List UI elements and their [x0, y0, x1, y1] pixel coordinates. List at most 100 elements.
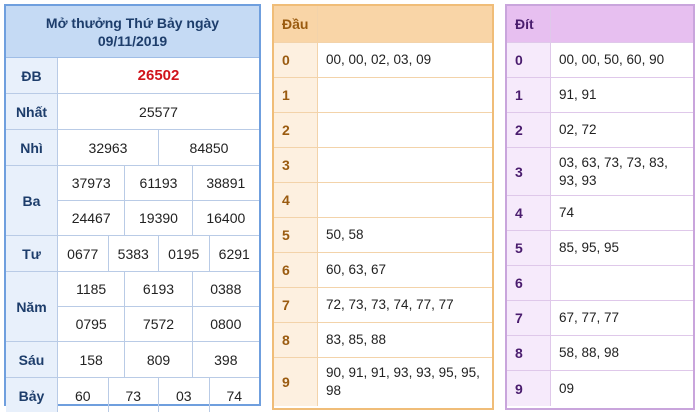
prize-number: 0800: [191, 307, 259, 341]
tail-digit-key: 9: [507, 371, 551, 406]
prize-label: Sáu: [6, 342, 58, 377]
head-digit-values: [318, 78, 492, 112]
prize-number: 60: [74, 388, 91, 404]
prize-row: Nhì 32963 84850: [6, 130, 259, 166]
prize-number: 74: [208, 378, 260, 412]
tail-digit-key: 4: [507, 196, 551, 230]
tail-digit-header-row: Đít: [507, 6, 693, 43]
tail-digit-key: 0: [507, 43, 551, 77]
tail-digit-values: [551, 266, 693, 300]
head-digit-row: 5 50, 58: [274, 218, 492, 253]
tail-digit-header: Đít: [507, 6, 551, 42]
prize-number: 03: [158, 378, 209, 412]
tail-digit-row: 5 85, 95, 95: [507, 231, 693, 266]
special-prize-number: 26502: [137, 67, 180, 84]
prize-number: 7572: [124, 307, 191, 341]
head-digit-key: 3: [274, 148, 318, 182]
tail-digit-row: 2 02, 72: [507, 113, 693, 148]
tail-digit-row: 3 03, 63, 73, 73, 83, 93, 93: [507, 148, 693, 196]
tail-digit-key: 2: [507, 113, 551, 147]
tail-digit-row: 6: [507, 266, 693, 301]
tail-digit-table: Đít 0 00, 00, 50, 60, 90 1 91, 91 2 02, 72 3 03…: [505, 4, 695, 410]
prize-number: 6291: [208, 236, 260, 271]
prize-number-line: 0795 7572 0800: [58, 306, 259, 341]
prize-number-line: 24467 19390 16400: [58, 200, 259, 235]
prize-number: 16400: [191, 201, 259, 235]
head-digit-key: 4: [274, 183, 318, 217]
head-digit-values: 50, 58: [318, 218, 492, 252]
prize-number-line: 32963 84850: [58, 130, 259, 165]
prize-numbers: 32963 84850: [58, 130, 259, 165]
prize-label: Nhất: [6, 94, 58, 129]
head-digit-values: 60, 63, 67: [318, 253, 492, 287]
head-digit-header-row: Đầu: [274, 6, 492, 43]
prize-numbers: 60 73 03 74: [58, 378, 259, 412]
prize-row: Năm 1185 6193 0388 0795 7572 0800: [6, 272, 259, 342]
tail-digit-key: 3: [507, 148, 551, 195]
head-digit-values: 72, 73, 73, 74, 77, 77: [318, 288, 492, 322]
head-digit-values: 90, 91, 91, 93, 93, 95, 95, 98: [318, 358, 492, 406]
head-digit-body: 0 00, 00, 02, 03, 09 1 2 3 4 5 50, 58 6 60, 63, 6…: [274, 43, 492, 406]
head-digit-values: 00, 00, 02, 03, 09: [318, 43, 492, 77]
prize-number: 5383: [107, 236, 159, 271]
tail-digit-key: 1: [507, 78, 551, 112]
results-title: Mở thưởng Thứ Bảy ngày 09/11/2019: [6, 6, 259, 58]
prize-number: 19390: [124, 201, 191, 235]
prize-label: ĐB: [6, 58, 58, 93]
prize-number: 0677: [67, 245, 99, 262]
head-digit-header-blank: [318, 6, 492, 42]
results-body: ĐB 26502 Nhất 25577 Nhì 32963 84850 Ba 37973 6119…: [6, 58, 259, 412]
prize-label: Ba: [6, 166, 58, 235]
prize-numbers: 0677 5383 0195 6291: [58, 236, 259, 271]
prize-label: Năm: [6, 272, 58, 341]
prize-numbers: 37973 61193 38891 24467 19390 16400: [58, 166, 259, 235]
head-digit-key: 9: [274, 358, 318, 406]
head-digit-values: 83, 85, 88: [318, 323, 492, 357]
lottery-results-table: Mở thưởng Thứ Bảy ngày 09/11/2019 ĐB 2650…: [4, 4, 261, 412]
prize-numbers: 26502: [58, 58, 259, 93]
prize-number: 809: [124, 342, 191, 377]
prize-number-line: 158 809 398: [58, 342, 259, 377]
prize-number-line: 25577: [58, 94, 259, 129]
tail-digit-values: 85, 95, 95: [551, 231, 693, 265]
prize-label: Nhì: [6, 130, 58, 165]
tail-digit-values: 00, 00, 50, 60, 90: [551, 43, 693, 77]
tail-digit-row: 7 67, 77, 77: [507, 301, 693, 336]
prize-number-line: 60 73 03 74: [58, 378, 259, 412]
prize-number-line: 26502: [58, 58, 259, 93]
tail-digit-values: 91, 91: [551, 78, 693, 112]
results-date: 09/11/2019: [97, 32, 168, 49]
head-digit-row: 6 60, 63, 67: [274, 253, 492, 288]
head-digit-row: 8 83, 85, 88: [274, 323, 492, 358]
head-digit-row: 9 90, 91, 91, 93, 93, 95, 95, 98: [274, 358, 492, 406]
head-digit-key: 0: [274, 43, 318, 77]
tail-digit-row: 0 00, 00, 50, 60, 90: [507, 43, 693, 78]
head-digit-key: 5: [274, 218, 318, 252]
prize-row: ĐB 26502: [6, 58, 259, 94]
tail-digit-values: 58, 88, 98: [551, 336, 693, 370]
tail-digit-key: 8: [507, 336, 551, 370]
prize-row: Nhất 25577: [6, 94, 259, 130]
head-digit-row: 1: [274, 78, 492, 113]
prize-row: Tư 0677 5383 0195 6291: [6, 236, 259, 272]
prize-number: 61193: [124, 166, 191, 200]
prize-numbers: 25577: [58, 94, 259, 129]
tail-digit-values: 74: [551, 196, 693, 230]
prize-row: Bảy 60 73 03 74: [6, 378, 259, 412]
head-digit-key: 8: [274, 323, 318, 357]
prize-label: Tư: [6, 236, 58, 271]
head-digit-values: [318, 113, 492, 147]
head-digit-key: 1: [274, 78, 318, 112]
prize-numbers: 158 809 398: [58, 342, 259, 377]
tail-digit-header-blank: [551, 6, 693, 42]
prize-number: 25577: [139, 103, 178, 120]
head-digit-row: 3: [274, 148, 492, 183]
prize-number: 158: [79, 351, 103, 368]
tail-digit-values: 02, 72: [551, 113, 693, 147]
prize-number: 37973: [71, 175, 111, 191]
prize-number: 0795: [75, 316, 107, 332]
head-digit-header: Đầu: [274, 6, 318, 42]
tail-digit-key: 6: [507, 266, 551, 300]
tail-digit-row: 1 91, 91: [507, 78, 693, 113]
prize-number-line: 0677 5383 0195 6291: [58, 236, 259, 271]
